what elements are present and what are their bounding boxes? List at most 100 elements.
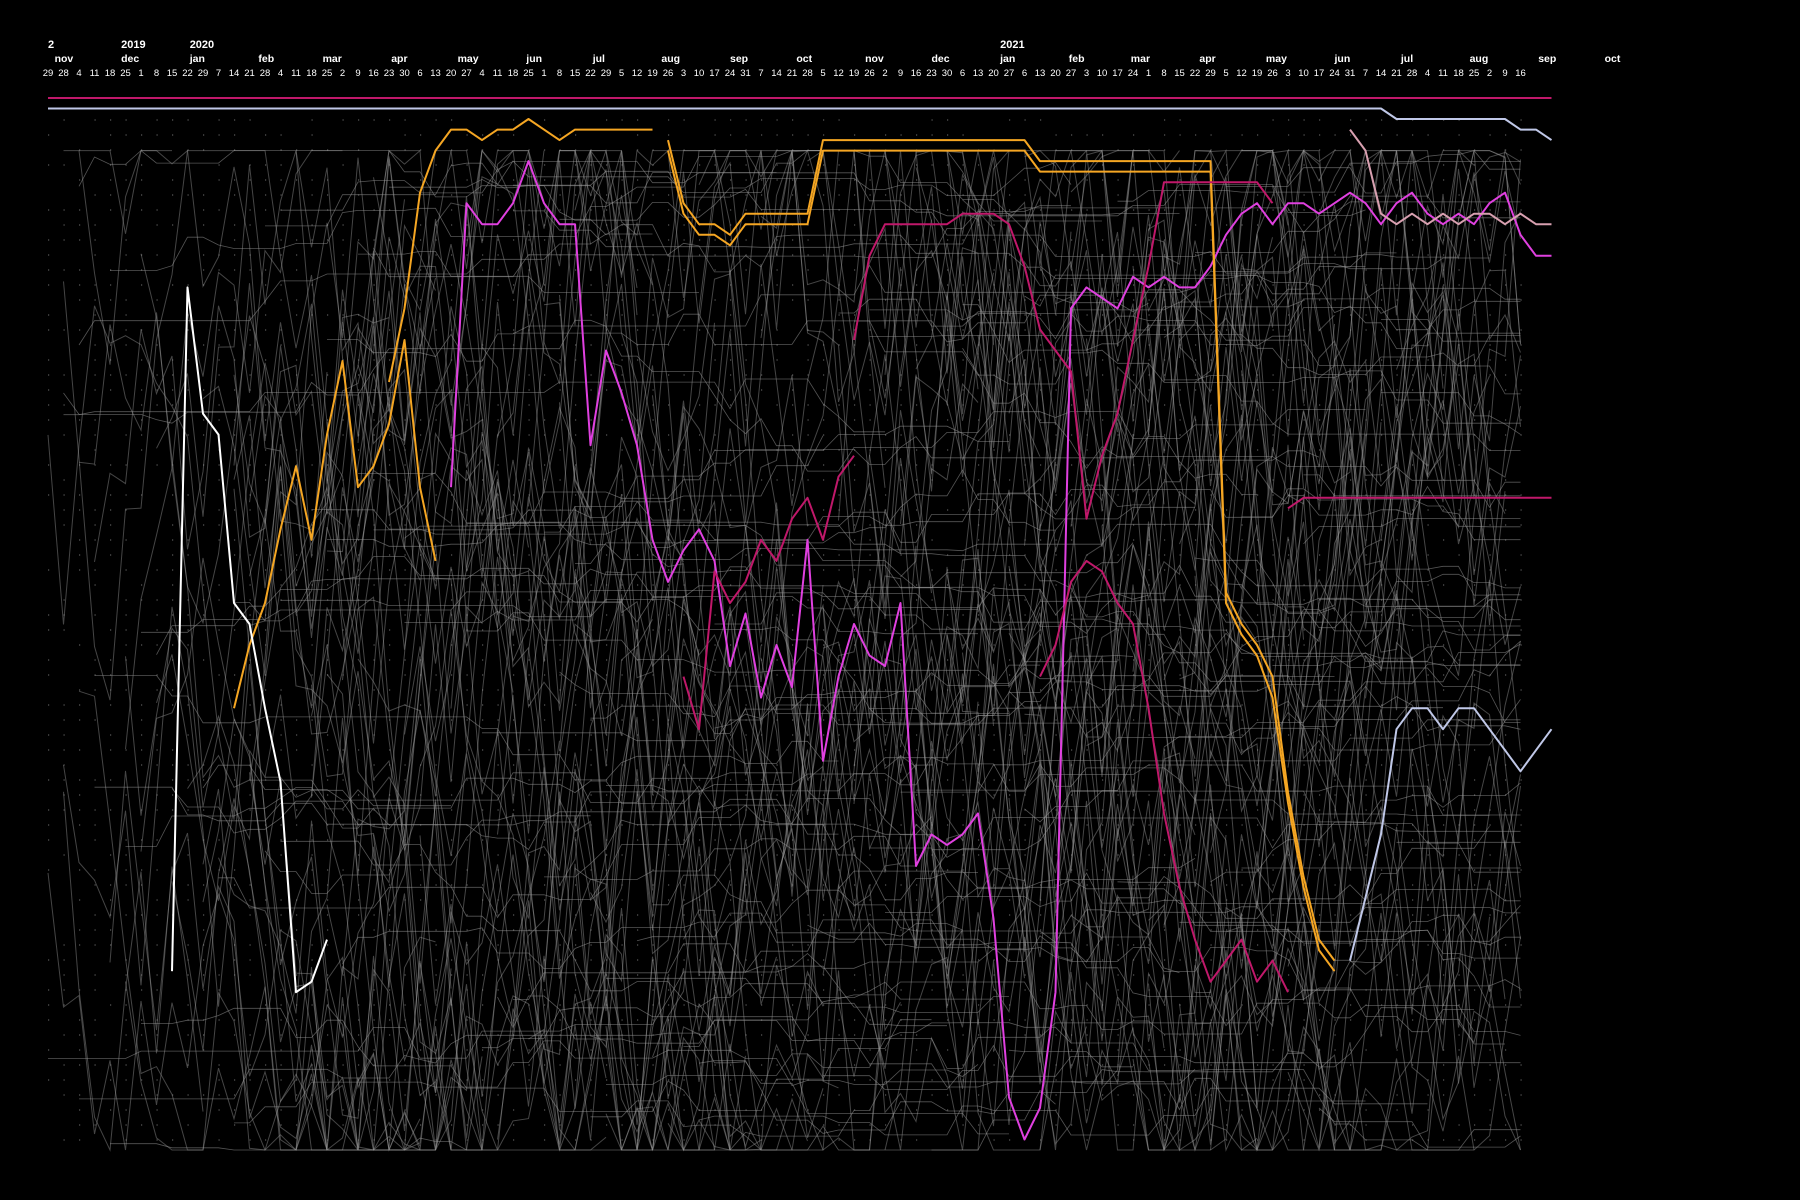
x-tick-label: 24 (1329, 68, 1340, 79)
x-tick-label: 29 (601, 68, 612, 79)
x-tick-label: 26 (663, 68, 674, 79)
month-label: aug (1470, 53, 1489, 65)
x-tick-label: 31 (740, 68, 751, 79)
x-tick-label: 28 (1407, 68, 1418, 79)
month-label: aug (661, 53, 680, 65)
x-tick-label: 11 (493, 68, 503, 79)
x-tick-label: 5 (1223, 68, 1228, 79)
x-tick-label: 25 (322, 68, 333, 79)
month-label: jan (189, 53, 205, 65)
x-tick-label: 29 (1205, 68, 1216, 79)
x-tick-label: 30 (399, 68, 410, 79)
x-tick-label: 21 (1391, 68, 1402, 79)
x-tick-label: 23 (926, 68, 937, 79)
x-tick-label: 14 (1376, 68, 1387, 79)
x-tick-label: 8 (557, 68, 562, 79)
x-tick-label: 29 (198, 68, 209, 79)
month-label: apr (1199, 53, 1215, 65)
x-tick-label: 27 (1004, 68, 1015, 79)
month-label: feb (1069, 53, 1085, 65)
x-tick-label: 13 (1035, 68, 1046, 79)
x-tick-label: 20 (446, 68, 457, 79)
x-tick-label: 9 (1502, 68, 1507, 79)
x-tick-label: 22 (182, 68, 193, 79)
month-label: may (458, 53, 479, 65)
x-tick-label: 11 (90, 68, 100, 79)
x-tick-label: 15 (570, 68, 581, 79)
x-tick-label: 31 (1345, 68, 1356, 79)
month-label: jan (999, 53, 1015, 65)
x-tick-label: 19 (647, 68, 658, 79)
month-label: jun (1334, 53, 1351, 65)
x-tick-label: 18 (508, 68, 519, 79)
x-tick-label: 23 (384, 68, 395, 79)
x-tick-label: 21 (244, 68, 255, 79)
x-tick-label: 28 (58, 68, 69, 79)
x-tick-label: 7 (1363, 68, 1368, 79)
year-label: 2 (48, 39, 54, 51)
rank-chart: 2 2019 2020 2021nov dec jan feb mar apr may jun jul… (0, 0, 1800, 1200)
x-tick-label: 28 (802, 68, 813, 79)
x-tick-label: 6 (960, 68, 965, 79)
x-tick-label: 7 (216, 68, 221, 79)
month-label: mar (323, 53, 342, 65)
x-tick-label: 9 (898, 68, 903, 79)
x-tick-label: 17 (1314, 68, 1325, 79)
x-tick-label: 11 (1438, 68, 1448, 79)
x-tick-label: 19 (849, 68, 860, 79)
x-tick-label: 22 (585, 68, 596, 79)
x-tick-label: 20 (988, 68, 999, 79)
x-tick-label: 14 (771, 68, 782, 79)
x-tick-label: 15 (1174, 68, 1185, 79)
month-label: oct (796, 53, 812, 65)
x-tick-label: 11 (291, 68, 301, 79)
x-tick-label: 3 (1084, 68, 1089, 79)
x-tick-label: 5 (619, 68, 624, 79)
month-label: sep (730, 53, 748, 65)
x-tick-label: 16 (1515, 68, 1526, 79)
month-label: dec (121, 53, 139, 65)
x-tick-label: 10 (694, 68, 705, 79)
x-tick-label: 4 (479, 68, 484, 79)
x-tick-label: 10 (1298, 68, 1309, 79)
x-tick-label: 26 (864, 68, 875, 79)
x-tick-label: 18 (306, 68, 317, 79)
x-tick-label: 28 (260, 68, 271, 79)
x-tick-label: 29 (43, 68, 54, 79)
x-tick-label: 17 (709, 68, 720, 79)
x-tick-label: 12 (632, 68, 643, 79)
x-tick-label: 4 (278, 68, 283, 79)
x-tick-label: 27 (1066, 68, 1077, 79)
year-label: 2020 (190, 39, 214, 51)
month-label: apr (391, 53, 407, 65)
x-tick-label: 25 (120, 68, 131, 79)
x-tick-label: 4 (76, 68, 81, 79)
x-tick-label: 14 (229, 68, 240, 79)
x-tick-label: 7 (758, 68, 763, 79)
x-tick-label: 2 (1487, 68, 1492, 79)
month-label: may (1266, 53, 1287, 65)
x-tick-label: 10 (1097, 68, 1108, 79)
x-tick-label: 19 (1252, 68, 1263, 79)
year-label: 2019 (121, 39, 145, 51)
x-tick-label: 13 (973, 68, 984, 79)
x-tick-label: 6 (417, 68, 422, 79)
x-tick-label: 24 (1128, 68, 1139, 79)
month-label: jul (592, 53, 605, 65)
month-label: mar (1131, 53, 1150, 65)
month-label: jul (1400, 53, 1413, 65)
x-tick-label: 27 (461, 68, 472, 79)
x-tick-label: 5 (820, 68, 825, 79)
x-tick-label: 3 (681, 68, 686, 79)
x-tick-label: 8 (154, 68, 159, 79)
x-tick-label: 2 (340, 68, 345, 79)
x-tick-label: 2 (882, 68, 887, 79)
x-tick-label: 26 (1267, 68, 1278, 79)
x-tick-label: 6 (1022, 68, 1027, 79)
x-tick-label: 18 (1453, 68, 1464, 79)
x-tick-label: 16 (911, 68, 922, 79)
x-tick-label: 4 (1425, 68, 1430, 79)
x-tick-label: 1 (541, 68, 546, 79)
x-tick-label: 25 (1469, 68, 1480, 79)
x-tick-label: 16 (368, 68, 379, 79)
